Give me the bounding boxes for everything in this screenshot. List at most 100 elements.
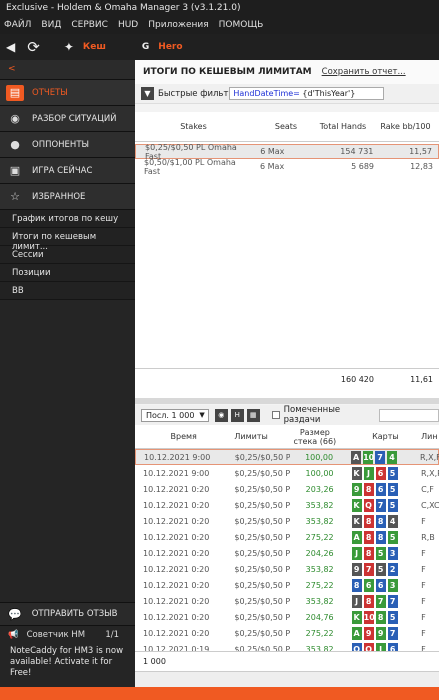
col-line[interactable]: Лин [419,432,439,441]
playing-card: 8 [351,578,362,592]
table-row[interactable]: 10.12.2021 9:00 $0,25/$0,50 PL C 100,00 KJ6… [135,465,439,481]
cell-cards: J877 [340,594,420,608]
playing-card: K [351,466,362,480]
cell-cards: J853 [340,546,420,560]
col-stack[interactable]: Размер стека (66) [290,428,340,446]
col-rake[interactable]: Rake bb/100 [378,122,439,131]
cell-time: 10.12.2021 9:00 [143,468,210,478]
favorite-positions[interactable]: Позиции [0,264,135,282]
col-limits[interactable]: Лимиты [224,432,290,441]
megaphone-icon: 📢 [8,630,19,640]
table-row[interactable]: 10.12.2021 0:20 $0,25/$0,50 PL C 275,22 A99… [135,625,439,641]
col-stakes[interactable]: Stakes [135,122,252,131]
notecaddy-message[interactable]: NoteCaddy for HM3 is now available! Acti… [0,644,135,687]
eye-icon: ◉ [10,112,20,125]
sidebar-item-favorites[interactable]: ☆ ИЗБРАННОЕ [0,184,135,210]
hands-count: 1 000 [135,651,439,671]
send-feedback-button[interactable]: 💬 ОТПРАВИТЬ ОТЗЫВ [0,602,135,626]
cash-icon[interactable]: ✦ [64,40,74,54]
sidebar-item-reports[interactable]: ▤ ОТЧЕТЫ [0,80,135,106]
menu-view[interactable]: ВИД [41,20,61,30]
playing-card: 4 [387,450,398,464]
favorite-bb[interactable]: BB [0,282,135,300]
cell-time: 10.12.2021 9:00 [144,452,211,462]
back-arrow-icon[interactable]: ◀ [6,40,15,54]
grid-button[interactable]: ▦ [246,408,260,422]
cash-button[interactable]: Кеш [83,42,106,52]
playing-card: Q [363,498,374,512]
cell-stack: 353,82 [305,500,334,510]
table-row[interactable]: 10.12.2021 0:20 $0,25/$0,50 PL C 204,26 J85… [135,545,439,561]
cell-time: 10.12.2021 0:20 [143,596,210,606]
cell-line: F [421,612,426,622]
cell-limits: $0,25/$0,50 PL C [234,596,290,606]
playing-card: 8 [375,610,386,624]
sidebar-item-situations[interactable]: ◉ РАЗБОР СИТУАЦИЙ [0,106,135,132]
table-row[interactable]: 10.12.2021 0:20 $0,25/$0,50 PL C 353,82 KQ7… [135,497,439,513]
table-row[interactable]: 10.12.2021 0:20 $0,25/$0,50 PL C 275,22 866… [135,577,439,593]
cell-stack: 353,82 [305,564,334,574]
playing-card: 5 [375,562,386,576]
search-input[interactable] [379,408,439,422]
sidebar-item-playing-now[interactable]: ▣ ИГРА СЕЙЧАС [0,158,135,184]
marked-hands-checkbox[interactable] [271,411,280,419]
menu-apps[interactable]: Приложения [148,20,208,30]
sidebar-item-opponents[interactable]: ● ОППОНЕНТЫ [0,132,135,158]
menu-file[interactable]: ФАЙЛ [4,20,31,30]
save-report-link[interactable]: Сохранить отчет... [322,67,406,77]
cell-stack: 353,82 [305,596,334,606]
hands-controls: Посл. 1 000 ▼ ◉ H ▦ Помеченные раздачи [135,405,439,425]
filter-icon[interactable]: ▼ [141,87,154,100]
col-time[interactable]: Время [135,432,224,441]
playing-card: 6 [375,578,386,592]
refresh-icon[interactable]: ⟳ [27,38,40,56]
cell-time: 10.12.2021 0:20 [143,612,210,622]
table-row[interactable]: 10.12.2021 0:20 $0,25/$0,50 PL C 203,26 986… [135,481,439,497]
filter-key: HandDateTime= [233,89,300,98]
sidebar-bottom: 💬 ОТПРАВИТЬ ОТЗЫВ 📢 Советчик HM 1/1 Note… [0,602,135,687]
hero-button[interactable]: Hero [158,42,182,52]
menu-help[interactable]: ПОМОЩЬ [219,20,264,30]
cell-line: R,B [421,532,435,542]
cell-line: C,F [421,484,434,494]
splitter[interactable] [135,398,439,404]
playing-card: 6 [375,482,386,496]
playing-card: 9 [351,482,362,496]
table-row[interactable]: 10.12.2021 0:20 $0,25/$0,50 PL C 353,82 K88… [135,513,439,529]
col-total-hands[interactable]: Total Hands [312,122,378,131]
sidebar-item-label: ИГРА СЕЙЧАС [32,165,93,176]
col-cards[interactable]: Карты [340,432,420,441]
last-hands-select[interactable]: Посл. 1 000 ▼ [141,408,209,422]
playing-card: 9 [363,626,374,640]
cell-line: F [421,580,426,590]
hands-table: Время Лимиты Размер стека (66) Карты Лин… [135,425,439,687]
table-row[interactable]: $0,50/$1,00 PL Omaha Fast 6 Max 5 689 12… [135,158,439,176]
table-row[interactable]: 10.12.2021 0:20 $0,25/$0,50 PL C 204,76 K10… [135,609,439,625]
cell-cards: KQ75 [340,498,419,512]
cell-time: 10.12.2021 0:20 [143,580,210,590]
table-row[interactable]: 10.12.2021 9:00 $0,25/$0,50 PL C 100,00 A10… [135,449,439,465]
col-seats[interactable]: Seats [252,122,312,131]
table-row[interactable]: 10.12.2021 0:20 $0,25/$0,50 PL C 353,82 975… [135,561,439,577]
h-button[interactable]: H [230,408,244,422]
cell-seats: 6 Max [260,162,285,171]
cell-limits: $0,25/$0,50 PL C [234,484,290,494]
table-row[interactable]: 10.12.2021 0:20 $0,25/$0,50 PL C 353,82 J87… [135,593,439,609]
report-icon: ▤ [6,84,24,101]
playing-card: 7 [387,594,398,608]
playing-card: 5 [387,610,398,624]
menu-hud[interactable]: HUD [118,20,138,30]
favorite-cash-graph[interactable]: График итогов по кешу [0,210,135,228]
filter-expression-input[interactable]: HandDateTime= {d'ThisYear'} [229,87,385,100]
advisor-row[interactable]: 📢 Советчик HM 1/1 [0,626,135,644]
horizontal-scrollbar[interactable] [135,671,439,687]
playing-card: 9 [375,626,386,640]
hero-icon[interactable]: G [142,42,149,52]
sidebar-back-button[interactable]: < [0,60,135,80]
favorite-cash-limits[interactable]: Итоги по кешевым лимит... [0,228,135,252]
table-row[interactable]: 10.12.2021 0:20 $0,25/$0,50 PL C 275,22 A88… [135,529,439,545]
menu-service[interactable]: СЕРВИС [71,20,108,30]
playing-card: 5 [387,530,398,544]
cell-limits: $0,25/$0,50 PL C [234,548,290,558]
view-eye-button[interactable]: ◉ [214,408,228,422]
